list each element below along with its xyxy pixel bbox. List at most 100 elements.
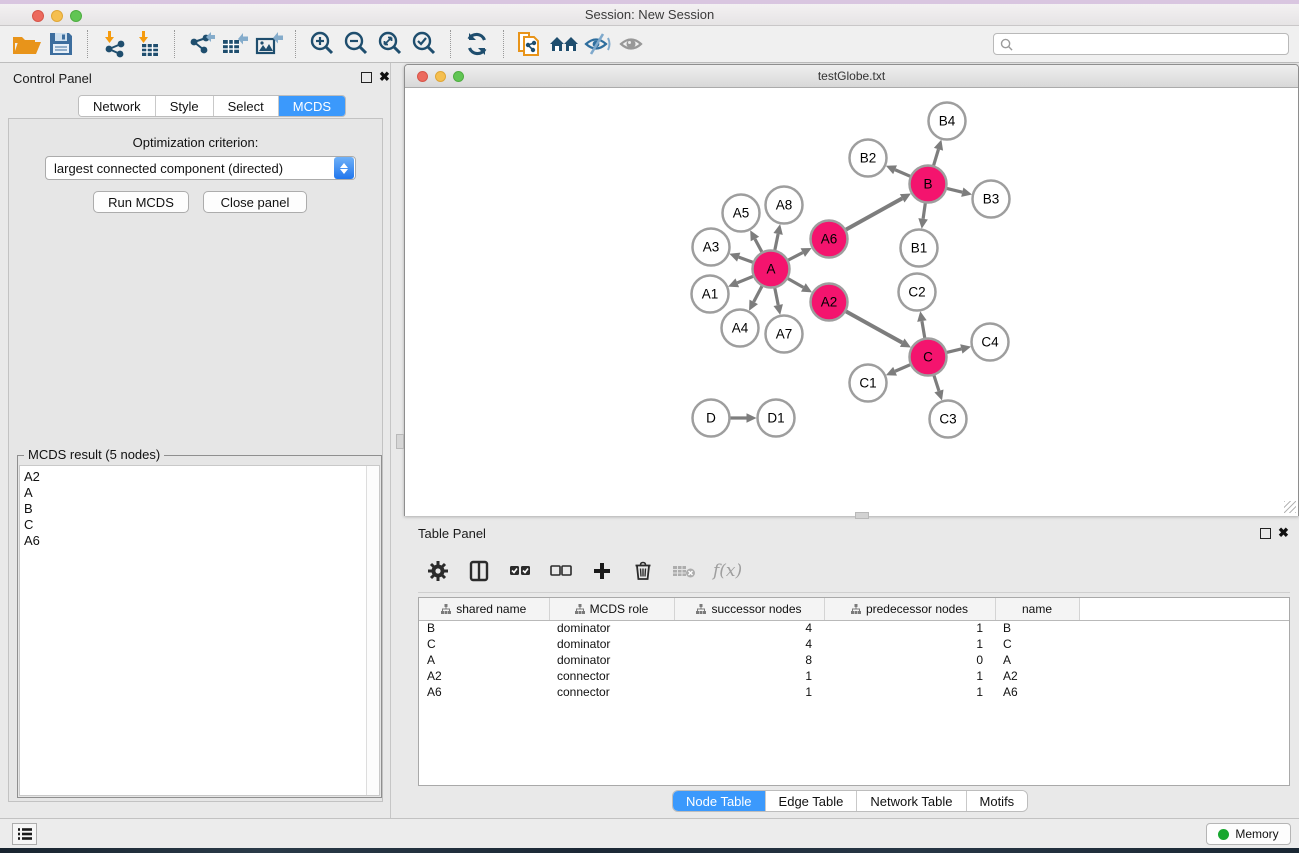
list-item[interactable]: A6 — [20, 533, 379, 549]
graph-node-label: C1 — [859, 376, 876, 391]
graph-node-label: C — [923, 350, 933, 365]
table-row[interactable]: Bdominator41B — [419, 620, 1289, 636]
toolbar-separator — [450, 30, 451, 58]
table-row[interactable]: A6connector11A6 — [419, 684, 1289, 700]
minimize-window-button[interactable] — [435, 71, 446, 82]
import-table-icon[interactable] — [131, 29, 165, 59]
hierarchy-icon — [851, 604, 861, 614]
zoom-in-icon[interactable] — [305, 29, 339, 59]
tab-style[interactable]: Style — [156, 96, 214, 116]
graph-node-label: C3 — [939, 412, 956, 427]
show-columns-icon[interactable] — [467, 559, 491, 583]
close-panel-icon[interactable]: ✖ — [1278, 526, 1289, 540]
arrowhead-icon — [960, 344, 971, 353]
graph-node-label: A6 — [821, 232, 838, 247]
close-panel-icon[interactable]: ✖ — [379, 70, 390, 84]
save-session-icon[interactable] — [44, 29, 78, 59]
list-item[interactable]: A — [20, 485, 379, 501]
column-header-successor-nodes[interactable]: successor nodes — [674, 598, 824, 620]
tab-network[interactable]: Network — [79, 96, 156, 116]
minimize-window-button[interactable] — [51, 10, 63, 22]
graph-node-label: A7 — [776, 327, 793, 342]
column-settings-gear-icon[interactable] — [426, 559, 450, 583]
graph-node-label: D1 — [767, 411, 784, 426]
list-item[interactable]: C — [20, 517, 379, 533]
resize-grip[interactable] — [1284, 501, 1296, 513]
new-network-from-selection-icon[interactable] — [513, 29, 547, 59]
search-icon — [1000, 38, 1013, 51]
optimization-criterion-label: Optimization criterion: — [9, 135, 382, 150]
network-canvas[interactable]: B4B2BB3A8A5A6B1A3AC2A1A2A4A7C4CC1DD1C3 — [405, 89, 1298, 516]
list-item[interactable]: A2 — [20, 469, 379, 485]
float-panel-icon[interactable] — [1260, 528, 1271, 539]
column-header-name[interactable]: name — [995, 598, 1079, 620]
task-history-button[interactable] — [12, 823, 37, 845]
toolbar-separator — [87, 30, 88, 58]
graph-edge-A6-B — [843, 198, 903, 231]
function-builder-icon: f(x) — [713, 561, 742, 581]
table-row[interactable]: Adominator80A — [419, 652, 1289, 668]
zoom-selected-icon[interactable] — [407, 29, 441, 59]
graph-node-label: C2 — [908, 285, 925, 300]
mcds-result-list[interactable]: A2 A B C A6 — [19, 465, 380, 796]
create-column-plus-icon[interactable] — [590, 559, 614, 583]
arrowhead-icon — [961, 187, 972, 196]
zoom-out-icon[interactable] — [339, 29, 373, 59]
arrowhead-icon — [774, 304, 783, 315]
zoom-window-button[interactable] — [70, 10, 82, 22]
mcds-panel: Optimization criterion: largest connecte… — [8, 118, 383, 802]
close-window-button[interactable] — [417, 71, 428, 82]
arrowhead-icon — [917, 311, 926, 322]
search-input[interactable] — [1017, 37, 1282, 51]
close-panel-button[interactable]: Close panel — [203, 191, 307, 213]
refresh-icon[interactable] — [460, 29, 494, 59]
open-session-icon[interactable] — [10, 29, 44, 59]
search-field[interactable] — [993, 33, 1289, 55]
zoom-fit-icon[interactable] — [373, 29, 407, 59]
import-network-icon[interactable] — [97, 29, 131, 59]
criterion-dropdown[interactable]: largest connected component (directed) — [45, 156, 356, 180]
graph-node-label: B1 — [911, 241, 928, 256]
memory-label: Memory — [1235, 827, 1278, 841]
table-panel: Table Panel ✖ f(x) — [404, 520, 1290, 818]
list-item[interactable]: B — [20, 501, 379, 517]
memory-button[interactable]: Memory — [1206, 823, 1291, 845]
splitter-handle[interactable] — [396, 434, 404, 449]
workspace: testGlobe.txt B4B2BB3A8A5A6B1A3AC2A1A2A4… — [391, 63, 1299, 818]
column-header-predecessor-nodes[interactable]: predecessor nodes — [824, 598, 995, 620]
column-header-mcds-role[interactable]: MCDS role — [549, 598, 674, 620]
toolbar-separator — [174, 30, 175, 58]
export-image-icon[interactable] — [252, 29, 286, 59]
control-panel-title: Control Panel — [13, 71, 92, 86]
tab-mcds[interactable]: MCDS — [279, 96, 345, 116]
select-all-icon[interactable] — [508, 559, 532, 583]
scrollbar[interactable] — [366, 466, 379, 795]
deselect-all-icon[interactable] — [549, 559, 573, 583]
table-panel-title: Table Panel — [418, 526, 486, 541]
close-window-button[interactable] — [32, 10, 44, 22]
splitter-handle[interactable] — [855, 512, 869, 519]
table-row[interactable]: A2connector11A2 — [419, 668, 1289, 684]
hide-selected-icon[interactable] — [581, 29, 615, 59]
export-network-icon[interactable] — [184, 29, 218, 59]
run-mcds-button[interactable]: Run MCDS — [93, 191, 189, 213]
network-window-titlebar[interactable]: testGlobe.txt — [405, 65, 1298, 88]
control-panel-tabs: Network Style Select MCDS — [78, 95, 346, 117]
tab-network-table[interactable]: Network Table — [857, 791, 966, 811]
arrowhead-icon — [729, 253, 740, 262]
tab-node-table[interactable]: Node Table — [673, 791, 766, 811]
delete-column-trash-icon[interactable] — [631, 559, 655, 583]
export-table-icon[interactable] — [218, 29, 252, 59]
arrowhead-icon — [918, 218, 928, 229]
home-icon[interactable] — [547, 29, 581, 59]
float-panel-icon[interactable] — [361, 72, 372, 83]
memory-status-icon — [1218, 829, 1229, 840]
column-header-shared-name[interactable]: shared name — [419, 598, 549, 620]
tab-edge-table[interactable]: Edge Table — [766, 791, 858, 811]
tab-motifs[interactable]: Motifs — [967, 791, 1028, 811]
tab-select[interactable]: Select — [214, 96, 279, 116]
zoom-window-button[interactable] — [453, 71, 464, 82]
show-all-icon[interactable] — [615, 29, 649, 59]
dropdown-stepper-icon — [334, 157, 354, 179]
table-row[interactable]: Cdominator41C — [419, 636, 1289, 652]
